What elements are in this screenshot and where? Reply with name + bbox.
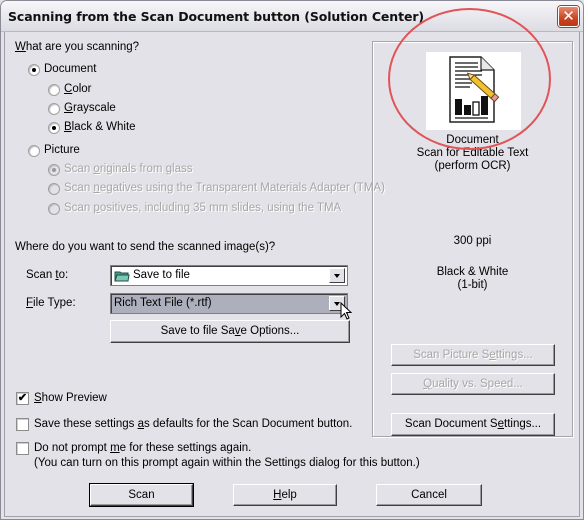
help-button[interactable]: Help bbox=[233, 484, 337, 506]
radio-black-white[interactable] bbox=[48, 122, 60, 134]
radio-black-white-label[interactable]: Black & White bbox=[64, 121, 136, 133]
save-defaults-label[interactable]: Save these settings as defaults for the … bbox=[34, 418, 352, 430]
radio-grayscale[interactable] bbox=[48, 103, 60, 115]
folder-icon bbox=[114, 271, 130, 282]
radio-scan-positives-label[interactable]: Scan positives, including 35 mm slides, … bbox=[64, 202, 341, 214]
title-bar: Scanning from the Scan Document button (… bbox=[1, 1, 583, 32]
cancel-button[interactable]: Cancel bbox=[376, 484, 482, 506]
preview-mode-line3: (perform OCR) bbox=[434, 160, 511, 172]
do-not-prompt-note: (You can turn on this prompt again withi… bbox=[34, 457, 420, 469]
radio-scan-negatives[interactable] bbox=[48, 183, 60, 195]
radio-picture[interactable] bbox=[28, 145, 40, 157]
color-mode-text: Black & White bbox=[436, 266, 509, 278]
bit-depth-text: (1-bit) bbox=[457, 279, 488, 291]
show-preview-label[interactable]: Show Preview bbox=[34, 392, 107, 404]
save-defaults-checkbox[interactable] bbox=[16, 418, 29, 431]
radio-color[interactable] bbox=[48, 84, 60, 96]
preview-mode-line1: Document bbox=[446, 134, 499, 146]
scan-button[interactable]: Scan bbox=[89, 483, 194, 507]
dialog-body: What are you scanning? Document Color Gr… bbox=[4, 32, 580, 517]
quality-vs-speed-button[interactable]: Quality vs. Speed... bbox=[391, 373, 555, 395]
radio-scan-originals-label[interactable]: Scan originals from glass bbox=[64, 163, 193, 175]
scan-dialog: Scanning from the Scan Document button (… bbox=[0, 0, 584, 520]
radio-document-label[interactable]: Document bbox=[44, 63, 96, 75]
radio-scan-positives[interactable] bbox=[48, 203, 60, 215]
do-not-prompt-label[interactable]: Do not prompt me for these settings agai… bbox=[34, 442, 251, 454]
preview-mode-line2: Scan for Editable Text bbox=[416, 147, 529, 159]
radio-document[interactable] bbox=[28, 64, 40, 76]
destination-heading: Where do you want to send the scanned im… bbox=[15, 241, 276, 253]
close-button[interactable]: ✕ bbox=[558, 6, 579, 27]
scan-to-dropdown[interactable]: Save to file bbox=[110, 265, 348, 286]
close-icon: ✕ bbox=[562, 7, 575, 25]
radio-scan-originals[interactable] bbox=[48, 164, 60, 176]
save-options-button[interactable]: Save to file Save Options... bbox=[110, 320, 350, 343]
window-title: Scanning from the Scan Document button (… bbox=[8, 9, 425, 24]
show-preview-checkbox[interactable]: ✔ bbox=[16, 392, 29, 405]
file-type-label: File Type: bbox=[26, 297, 76, 309]
preview-image bbox=[426, 52, 521, 130]
file-type-dropdown[interactable]: Rich Text File (*.rtf) bbox=[110, 293, 348, 314]
mouse-cursor-icon bbox=[340, 302, 353, 320]
radio-color-label[interactable]: Color bbox=[64, 83, 92, 95]
file-type-value: Rich Text File (*.rtf) bbox=[114, 297, 212, 309]
resolution-text: 300 ppi bbox=[453, 235, 492, 247]
do-not-prompt-checkbox[interactable] bbox=[16, 442, 29, 455]
scan-to-dropdown-arrow[interactable] bbox=[329, 268, 345, 283]
scan-to-label: Scan to: bbox=[26, 269, 69, 281]
radio-scan-negatives-label[interactable]: Scan negatives using the Transparent Mat… bbox=[64, 182, 385, 194]
scan-document-settings-button[interactable]: Scan Document Settings... bbox=[391, 413, 555, 436]
scan-to-value: Save to file bbox=[133, 269, 190, 281]
scanning-heading: What are you scanning? bbox=[15, 41, 140, 53]
radio-picture-label[interactable]: Picture bbox=[44, 144, 80, 156]
radio-grayscale-label[interactable]: Grayscale bbox=[64, 102, 116, 114]
scan-picture-settings-button[interactable]: Scan Picture Settings... bbox=[391, 344, 555, 366]
ocr-document-icon bbox=[449, 56, 500, 123]
preview-panel: Document Scan for Editable Text (perform… bbox=[372, 41, 573, 437]
